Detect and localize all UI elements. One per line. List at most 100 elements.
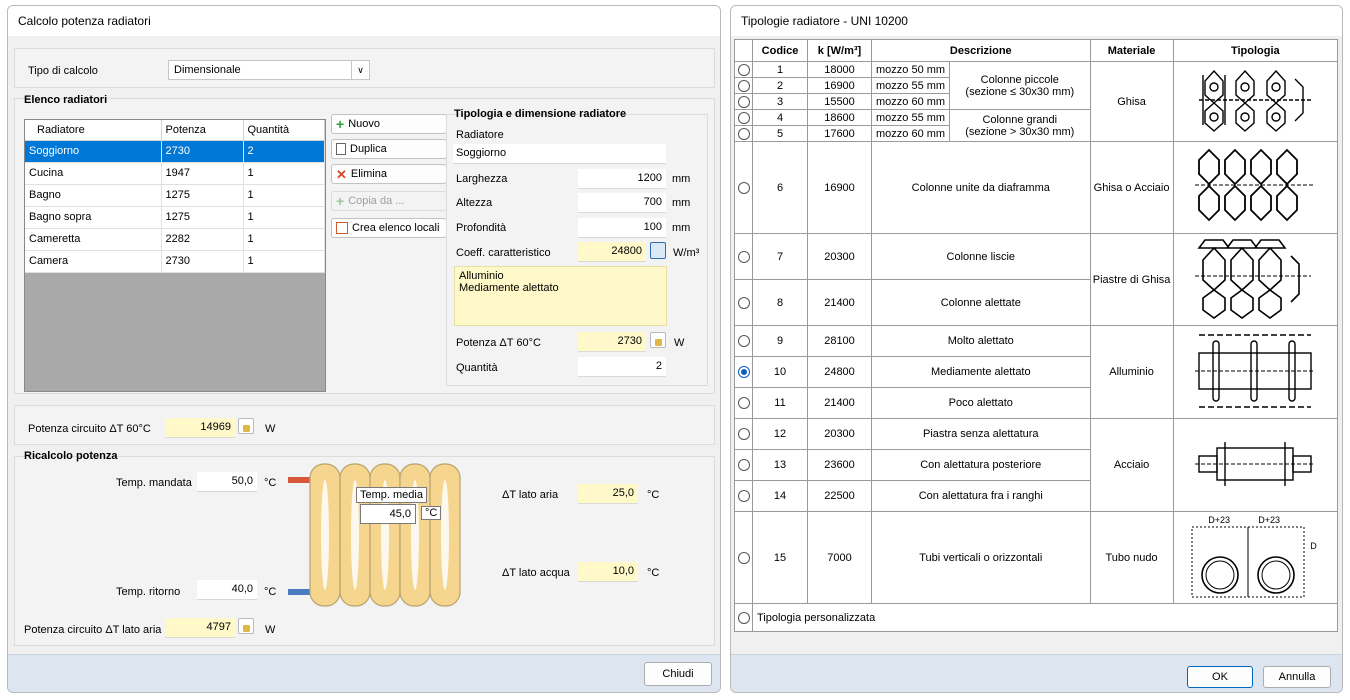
calculator-icon[interactable] [650,242,666,259]
radio-button[interactable] [734,125,753,142]
diaframma-drawing [1195,148,1314,222]
cell-k: 16900 [807,141,872,234]
colonne-grandi-text: Colonne grandi [982,113,1058,126]
cell-tipologia-tubo: D+23 D+23 D [1172,511,1339,604]
radio-button[interactable] [734,61,753,78]
duplica-button[interactable]: Duplica [331,139,447,159]
annulla-button[interactable]: Annulla [1263,666,1331,688]
table-row[interactable]: Cucina 1947 1 [25,162,325,185]
radio-button[interactable] [734,511,753,604]
mandata-input[interactable]: 50,0 [197,472,257,492]
cell-code: 8 [752,279,808,326]
radiatore-label: Radiatore [456,129,504,141]
radio-button[interactable] [734,418,753,450]
col-k: k [W/m³] [807,39,872,62]
table-row[interactable]: Bagno 1275 1 [25,184,325,207]
elimina-button[interactable]: ✕ Elimina [331,164,447,184]
dt-acqua-input[interactable]: 10,0 [578,562,638,582]
table-row[interactable]: 1 18000 mozzo 50 mm Colonne piccole (sezi… [734,61,1339,142]
table-row[interactable]: Soggiorno 2730 2 [25,140,325,163]
lock-icon[interactable] [238,418,254,434]
dt-aria-unit: °C [647,489,660,501]
cell-acciaio: Acciaio [1089,418,1174,512]
cell-desc: Colonne alettate [871,279,1091,326]
table-row[interactable]: Bagno sopra 1275 1 [25,206,325,229]
profondita-input[interactable]: 100 [578,218,666,238]
cell-k: 20300 [807,418,872,450]
nuovo-button[interactable]: + Nuovo [331,114,447,134]
radio-button[interactable] [734,449,753,481]
table-row[interactable]: 12 20300 Piastra senza alettatura Acciai… [734,418,1339,512]
cell-hub: mozzo 55 mm [871,109,950,126]
cell-k: 28100 [807,325,872,357]
table-row[interactable]: Cameretta 2282 1 [25,228,325,251]
crea-elenco-button[interactable]: Crea elenco locali [331,218,447,238]
cell-code: 1 [752,61,808,78]
copy-icon [336,143,346,155]
cell-k: 15500 [807,93,872,110]
radiatore-input[interactable]: Soggiorno [453,144,666,164]
cell-desc: Con alettatura posteriore [871,449,1091,481]
coeff-unit: W/m³ [673,247,700,259]
circuito-aria-input[interactable]: 4797 [165,618,235,638]
nuovo-label: Nuovo [348,118,380,130]
cell-code: 2 [752,77,808,94]
circuito-aria-label: Potenza circuito ΔT lato aria [24,624,162,636]
col-materiale: Materiale [1089,39,1174,62]
table-row[interactable]: 9 28100 Molto alettato Alluminio [734,325,1339,419]
radio-button[interactable] [734,109,753,126]
col-quantita[interactable]: Quantità [243,120,325,141]
cell-code: 14 [752,480,808,512]
ritorno-input[interactable]: 40,0 [197,580,257,600]
ritorno-unit: °C [264,586,277,598]
ok-button[interactable]: OK [1187,666,1253,688]
col-radiatore[interactable]: Radiatore [25,120,162,141]
copia-button[interactable]: + Copia da ... [331,191,447,211]
coeff-input[interactable]: 24800 [578,242,646,262]
quantita-input[interactable]: 2 [578,357,666,377]
radio-button[interactable] [734,387,753,419]
tipo-calcolo-value: Dimensionale [174,64,241,76]
colonne-piccole-text: Colonne piccole [980,73,1059,86]
lock-icon[interactable] [238,618,254,634]
cell-mat: Ghisa o Acciaio [1089,141,1174,234]
mandata-label: Temp. mandata [116,477,192,489]
cell-desc: Poco alettato [871,387,1091,419]
dt-aria-label: ΔT lato aria [502,489,559,501]
radio-button[interactable] [734,141,753,234]
radio-button[interactable] [734,77,753,94]
radio-button[interactable] [734,279,753,326]
tipo-calcolo-label: Tipo di calcolo [28,65,98,77]
table-row[interactable]: 15 7000 Tubi verticali o orizzontali Tub… [734,511,1339,604]
table-row[interactable]: 7 20300 Colonne liscie Piastre di Ghisa [734,233,1339,326]
table-row[interactable]: Camera 2730 1 [25,250,325,273]
altezza-input[interactable]: 700 [578,193,666,213]
radio-button[interactable] [734,233,753,280]
larghezza-input[interactable]: 1200 [578,169,666,189]
cell-desc: Molto alettato [871,325,1091,357]
table-row[interactable]: 6 16900 Colonne unite da diaframma Ghisa… [734,141,1339,234]
chiudi-button[interactable]: Chiudi [644,662,712,686]
calcolo-window: Calcolo potenza radiatori Tipo di calcol… [7,5,721,693]
custom-row[interactable]: Tipologia personalizzata [734,603,1338,632]
dt-aria-input[interactable]: 25,0 [578,484,638,504]
radio-button[interactable] [734,93,753,110]
cell-k: 21400 [807,387,872,419]
radio-button[interactable] [734,603,753,632]
grid-header: Radiatore Potenza Quantità [25,120,325,141]
radio-button[interactable] [734,325,753,357]
radiatori-grid[interactable]: Radiatore Potenza Quantità Soggiorno 2730… [24,119,326,392]
potenza-input[interactable]: 2730 [578,332,646,352]
radio-button[interactable] [734,356,753,388]
cell-qty: 1 [243,206,325,229]
cell-k: 17600 [807,125,872,142]
tipo-calcolo-select[interactable]: Dimensionale ∨ [168,60,370,80]
plus-icon: + [336,116,345,132]
radio-button[interactable] [734,480,753,512]
circuito-input[interactable]: 14969 [165,418,235,438]
cell-tipologia-acciaio [1172,418,1339,512]
sezione-grandi-text: (sezione > 30x30 mm) [965,125,1075,138]
col-potenza[interactable]: Potenza [161,120,244,141]
lock-icon[interactable] [650,332,666,348]
cell-code: 4 [752,109,808,126]
